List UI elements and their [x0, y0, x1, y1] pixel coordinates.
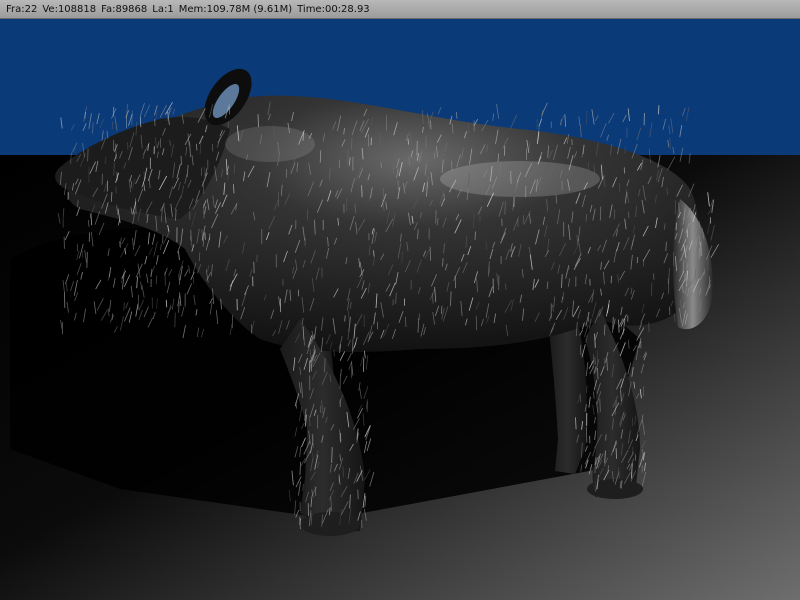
- fur-strand: [435, 210, 437, 224]
- fur-strand: [204, 232, 206, 240]
- fur-strand: [351, 138, 353, 150]
- face-count: Fa:89868: [101, 3, 148, 15]
- fur-strand: [631, 468, 634, 477]
- fur-strand: [257, 114, 259, 128]
- fur-strand: [139, 116, 142, 128]
- boar-shoulder-highlight: [225, 126, 315, 162]
- fur-strand: [441, 305, 443, 315]
- fur-strand: [636, 256, 639, 264]
- fur-strand: [653, 273, 655, 280]
- fur-strand: [669, 137, 671, 150]
- fur-strand: [604, 324, 606, 336]
- fur-strand: [155, 275, 158, 285]
- fur-strand: [340, 368, 342, 376]
- memory-usage: Mem:109.78M (9.61M): [178, 3, 293, 15]
- fur-strand: [113, 162, 115, 176]
- fur-strand: [344, 315, 346, 322]
- fur-strand: [593, 354, 595, 366]
- fur-strand: [474, 231, 476, 240]
- fur-strand: [203, 204, 205, 219]
- render-scene: [0, 19, 800, 600]
- fur-strand: [621, 480, 623, 489]
- fur-strand: [528, 141, 531, 149]
- fur-strand: [131, 110, 133, 126]
- fur-strand: [329, 507, 331, 516]
- fur-strand: [87, 148, 89, 162]
- fur-strand: [700, 241, 702, 256]
- vertex-count: Ve:108818: [42, 3, 97, 15]
- render-viewport: [0, 19, 800, 600]
- fur-strand: [115, 186, 117, 194]
- frame-counter: Fra:22: [6, 3, 38, 15]
- render-status-bar: Fra:22 Ve:108818 Fa:89868 La:1 Mem:109.7…: [0, 0, 800, 19]
- boar-front-hoof: [300, 512, 360, 536]
- fur-strand: [92, 122, 94, 134]
- boar-back-highlight: [440, 161, 600, 197]
- fur-strand: [597, 367, 599, 380]
- fur-strand: [299, 518, 301, 525]
- fur-strand: [111, 191, 113, 202]
- fur-strand: [468, 123, 470, 135]
- fur-strand: [165, 299, 168, 308]
- render-window: Fra:22 Ve:108818 Fa:89868 La:1 Mem:109.7…: [0, 0, 800, 600]
- fur-strand: [331, 447, 333, 464]
- fur-strand: [682, 285, 684, 293]
- fur-strand: [599, 206, 602, 221]
- fur-strand: [605, 434, 607, 441]
- fur-strand: [430, 120, 432, 130]
- fur-strand: [451, 160, 453, 172]
- fur-strand: [198, 252, 201, 262]
- fur-strand: [599, 398, 601, 412]
- fur-strand: [339, 374, 341, 390]
- fur-strand: [180, 155, 182, 165]
- render-time: Time:00:28.93: [297, 3, 370, 15]
- lamp-count: La:1: [152, 3, 174, 15]
- fur-strand: [361, 185, 363, 198]
- fur-strand: [174, 312, 176, 328]
